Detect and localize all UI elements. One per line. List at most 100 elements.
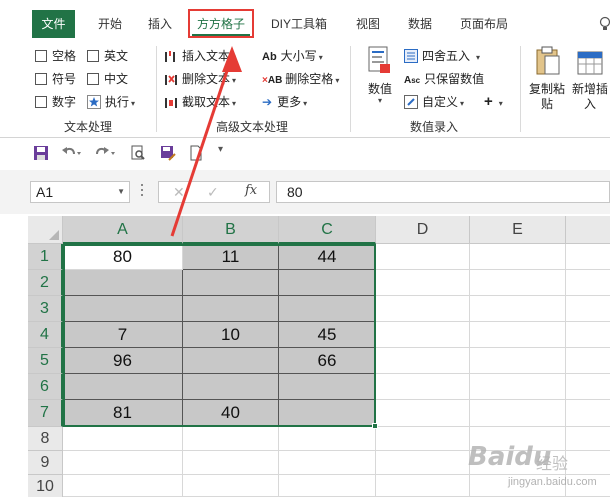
cell-c7[interactable]	[279, 400, 376, 427]
save-icon[interactable]	[33, 145, 49, 161]
checkbox-number[interactable]: 数字	[35, 92, 76, 112]
column-header-c[interactable]: C	[279, 216, 376, 244]
custom-button[interactable]: 自定义 ▾	[404, 92, 464, 112]
cell-e6[interactable]	[470, 374, 566, 400]
cell-f6[interactable]	[566, 374, 610, 400]
tab-diy[interactable]: DIY工具箱	[268, 12, 330, 36]
cell-a6[interactable]	[63, 374, 183, 400]
cell-c2[interactable]	[279, 270, 376, 296]
cell-e7[interactable]	[470, 400, 566, 427]
cell-b9[interactable]	[183, 451, 279, 475]
cell-b1[interactable]: 11	[183, 244, 279, 270]
cell-d2[interactable]	[376, 270, 470, 296]
tab-view[interactable]: 视图	[350, 12, 386, 36]
row-header-9[interactable]: 9	[28, 451, 63, 475]
cell-e1[interactable]	[470, 244, 566, 270]
lightbulb-icon[interactable]	[598, 16, 610, 32]
cell-b7[interactable]: 40	[183, 400, 279, 427]
cell-c10[interactable]	[279, 475, 376, 497]
cell-d6[interactable]	[376, 374, 470, 400]
enter-icon[interactable]: ✓	[207, 184, 219, 201]
cell-a3[interactable]	[63, 296, 183, 322]
round-button[interactable]: 四舍五入 ▾	[404, 46, 480, 66]
cell-d8[interactable]	[376, 427, 470, 451]
row-header-6[interactable]: 6	[28, 374, 63, 400]
cell-a2[interactable]	[63, 270, 183, 296]
cell-f5[interactable]	[566, 348, 610, 374]
cell-c5[interactable]: 66	[279, 348, 376, 374]
column-header-f[interactable]	[566, 216, 610, 244]
column-header-d[interactable]: D	[376, 216, 470, 244]
row-header-8[interactable]: 8	[28, 427, 63, 451]
row-header-10[interactable]: 10	[28, 475, 63, 497]
column-header-a[interactable]: A	[63, 216, 183, 244]
cell-b4[interactable]: 10	[183, 322, 279, 348]
checkbox-symbol[interactable]: 符号	[35, 69, 76, 89]
copy-paste-button[interactable]: 复制粘贴	[526, 46, 568, 116]
cell-d10[interactable]	[376, 475, 470, 497]
cell-d4[interactable]	[376, 322, 470, 348]
cell-d9[interactable]	[376, 451, 470, 475]
customize-qat-icon[interactable]: ▾	[218, 144, 223, 155]
number-button[interactable]: 数值 ▾	[362, 46, 398, 106]
cell-a10[interactable]	[63, 475, 183, 497]
row-header-5[interactable]: 5	[28, 348, 63, 374]
cell-b8[interactable]	[183, 427, 279, 451]
row-header-3[interactable]: 3	[28, 296, 63, 322]
cell-e2[interactable]	[470, 270, 566, 296]
cell-c6[interactable]	[279, 374, 376, 400]
new-file-icon[interactable]	[188, 145, 204, 161]
select-all-corner[interactable]	[28, 216, 63, 244]
tab-page-layout[interactable]: 页面布局	[454, 12, 514, 36]
more-button[interactable]: ➔ 更多 ▾	[262, 92, 307, 112]
print-preview-icon[interactable]	[130, 145, 146, 161]
formula-input[interactable]: 80	[276, 181, 610, 203]
redo-icon[interactable]	[94, 145, 116, 161]
execute-button[interactable]: 执行 ▾	[87, 92, 135, 112]
delete-text-button[interactable]: 删除文本 ▾	[164, 69, 236, 89]
case-button[interactable]: Ab 大小写 ▾	[262, 46, 323, 66]
cell-b3[interactable]	[183, 296, 279, 322]
cell-f3[interactable]	[566, 296, 610, 322]
formula-bar-grip[interactable]	[141, 184, 144, 200]
cell-d1[interactable]	[376, 244, 470, 270]
row-header-2[interactable]: 2	[28, 270, 63, 296]
cell-a8[interactable]	[63, 427, 183, 451]
tab-insert[interactable]: 插入	[140, 12, 180, 36]
cell-f4[interactable]	[566, 322, 610, 348]
save-as-icon[interactable]	[160, 145, 176, 161]
name-box[interactable]: A1 ▼	[30, 181, 130, 203]
cell-a5[interactable]: 96	[63, 348, 183, 374]
cell-d7[interactable]	[376, 400, 470, 427]
checkbox-chinese[interactable]: 中文	[87, 69, 128, 89]
cell-c4[interactable]: 45	[279, 322, 376, 348]
insert-text-button[interactable]: 插入文本 ▾	[164, 46, 236, 66]
cell-b10[interactable]	[183, 475, 279, 497]
tab-home[interactable]: 开始	[90, 12, 130, 36]
cell-b6[interactable]	[183, 374, 279, 400]
cell-e4[interactable]	[470, 322, 566, 348]
cell-f7[interactable]	[566, 400, 610, 427]
cancel-icon[interactable]: ✕	[173, 184, 185, 201]
cell-a1[interactable]: 80	[63, 244, 183, 270]
row-header-7[interactable]: 7	[28, 400, 63, 427]
keep-value-button[interactable]: Asc 只保留数值	[404, 69, 484, 89]
fill-handle[interactable]	[372, 423, 378, 429]
cell-a7[interactable]: 81	[63, 400, 183, 427]
extract-text-button[interactable]: 截取文本 ▾	[164, 92, 236, 112]
cell-b5[interactable]	[183, 348, 279, 374]
cell-d3[interactable]	[376, 296, 470, 322]
cell-e3[interactable]	[470, 296, 566, 322]
tab-file[interactable]: 文件	[32, 10, 75, 38]
insert-function-icon[interactable]: fx	[245, 183, 257, 198]
cell-c3[interactable]	[279, 296, 376, 322]
cell-c9[interactable]	[279, 451, 376, 475]
tab-data[interactable]: 数据	[402, 12, 438, 36]
cell-e5[interactable]	[470, 348, 566, 374]
cell-b2[interactable]	[183, 270, 279, 296]
add-insert-button[interactable]: 新增插入	[570, 46, 610, 116]
column-header-b[interactable]: B	[183, 216, 279, 244]
column-header-e[interactable]: E	[470, 216, 566, 244]
delete-space-button[interactable]: ×AB 删除空格 ▾	[262, 69, 339, 89]
cell-a4[interactable]: 7	[63, 322, 183, 348]
